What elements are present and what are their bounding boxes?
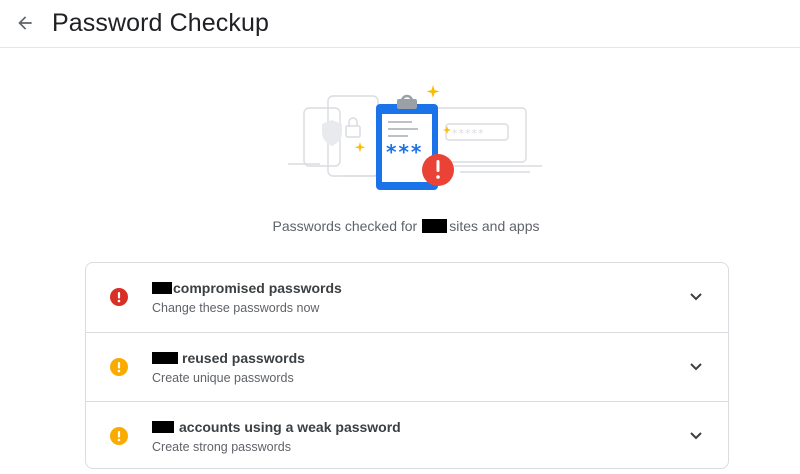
lock-icon [345, 117, 361, 138]
password-checkup-illustration: ***** *** [288, 85, 542, 190]
password-field-dots: ***** [452, 127, 485, 140]
clipboard-stars: *** [386, 140, 423, 164]
row-title: reused passwords [152, 349, 305, 367]
redacted-count [152, 282, 172, 294]
sparkle-icon [354, 142, 366, 153]
clipboard-clip [397, 99, 417, 109]
reused-passwords-row[interactable]: reused passwords Create unique passwords [86, 332, 728, 401]
warning-icon [110, 358, 128, 376]
weak-passwords-row[interactable]: accounts using a weak password Create st… [86, 401, 728, 468]
redacted-count [152, 352, 178, 364]
row-subtitle: Create unique passwords [152, 371, 294, 385]
issues-card: compromised passwords Change these passw… [85, 262, 729, 469]
redacted-count [152, 421, 174, 433]
sparkle-icon [443, 126, 451, 134]
row-subtitle: Create strong passwords [152, 440, 291, 454]
chevron-down-icon[interactable] [686, 429, 706, 443]
shield-icon [322, 120, 342, 146]
summary-text: Passwords checked for sites and apps [272, 218, 540, 234]
compromised-passwords-row[interactable]: compromised passwords Change these passw… [86, 263, 728, 332]
row-title: accounts using a weak password [152, 418, 401, 436]
row-title: compromised passwords [152, 279, 342, 297]
page-title: Password Checkup [52, 9, 269, 37]
warning-icon [110, 427, 128, 445]
arrow-back-icon [18, 16, 32, 30]
error-icon [110, 288, 128, 306]
chevron-down-icon[interactable] [686, 290, 706, 304]
redacted-count [422, 219, 448, 233]
chevron-down-icon[interactable] [686, 360, 706, 374]
back-button[interactable] [10, 8, 40, 38]
row-subtitle: Change these passwords now [152, 301, 320, 315]
sparkle-icon [426, 85, 440, 98]
top-bar: Password Checkup [0, 0, 800, 48]
